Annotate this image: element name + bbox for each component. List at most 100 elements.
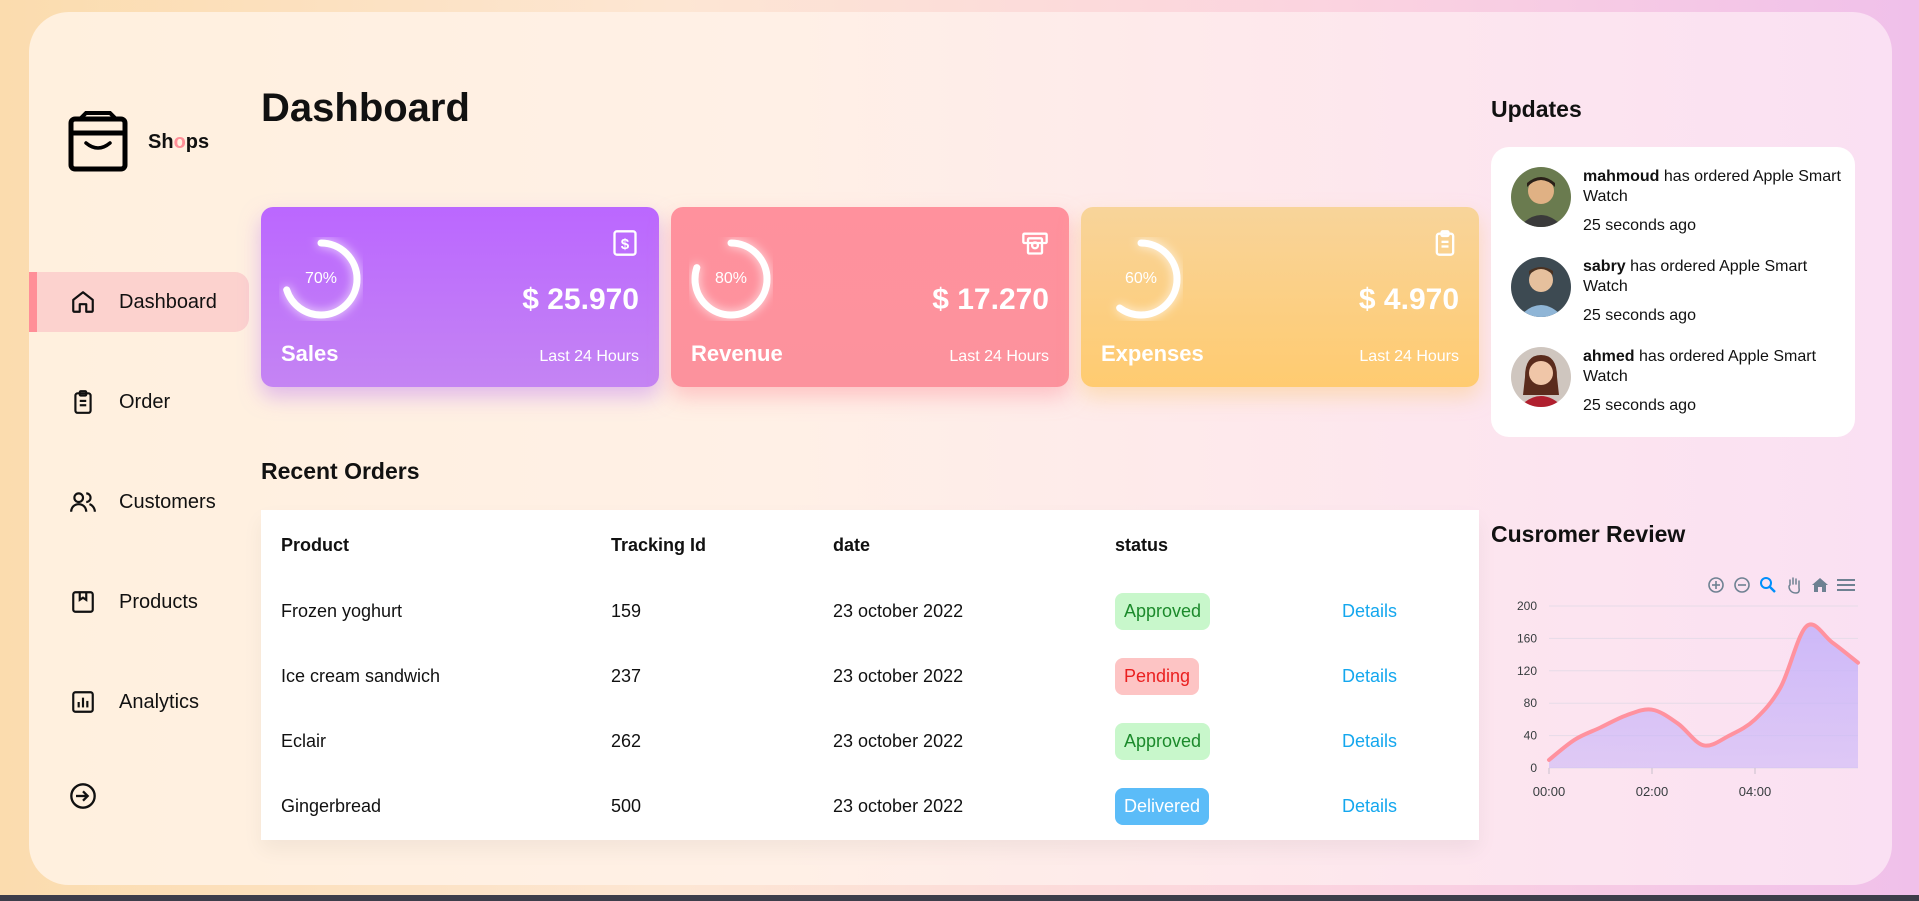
- update-item: mahmoud has ordered Apple Smart Watch 25…: [1511, 167, 1841, 247]
- table-row: Frozen yoghurt 159 23 october 2022 Appro…: [261, 591, 1479, 631]
- card-value: $ 25.970: [522, 283, 639, 316]
- table-row: Gingerbread 500 23 october 2022 Delivere…: [261, 786, 1479, 826]
- page-title: Dashboard: [261, 86, 470, 130]
- package-icon: [69, 588, 97, 616]
- avatar: [1511, 257, 1571, 317]
- progress-percent: 60%: [1124, 270, 1158, 287]
- money-bill-icon: [1022, 232, 1048, 255]
- tracking-cell: 500: [611, 795, 642, 816]
- sidebar-nav: Dashboard Order Customers Products Analy…: [29, 272, 249, 772]
- revenue-card[interactable]: 80% $ 17.270 Revenue Last 24 Hours: [671, 207, 1069, 387]
- update-text: ahmed has ordered Apple Smart Watch: [1583, 348, 1817, 385]
- update-name: sabry: [1583, 258, 1626, 275]
- sidebar-item-label: Customers: [119, 490, 216, 513]
- sign-out-icon[interactable]: [69, 782, 97, 810]
- orders-table: Product Tracking Id date status Frozen y…: [261, 510, 1479, 840]
- card-subtitle: Last 24 Hours: [1359, 348, 1459, 365]
- progress-percent: 80%: [714, 270, 748, 287]
- analytics-icon: [69, 688, 97, 716]
- details-link[interactable]: Details: [1342, 601, 1397, 622]
- sidebar-item-label: Dashboard: [119, 290, 217, 313]
- date-cell: 23 october 2022: [833, 730, 964, 751]
- table-row: Ice cream sandwich 237 23 october 2022 P…: [261, 656, 1479, 696]
- details-link[interactable]: Details: [1342, 731, 1397, 752]
- y-tick-label: 80: [1524, 696, 1538, 710]
- updates-title: Updates: [1491, 96, 1582, 122]
- card-subtitle: Last 24 Hours: [949, 348, 1049, 365]
- logo-text: Shops: [148, 130, 210, 153]
- updates-panel: mahmoud has ordered Apple Smart Watch 25…: [1491, 147, 1855, 437]
- svg-text:$: $: [621, 236, 630, 253]
- users-icon: [69, 488, 97, 516]
- y-tick-label: 0: [1530, 761, 1537, 775]
- product-cell: Ice cream sandwich: [281, 665, 441, 686]
- sidebar-item-dashboard[interactable]: Dashboard: [29, 272, 249, 332]
- update-item: sabry has ordered Apple Smart Watch 25 s…: [1511, 257, 1841, 337]
- date-cell: 23 october 2022: [833, 795, 964, 816]
- card-subtitle: Last 24 Hours: [539, 348, 639, 365]
- table-header: Product Tracking Id date status: [261, 525, 1479, 565]
- tracking-cell: 262: [611, 730, 642, 751]
- tracking-cell: 159: [611, 600, 642, 621]
- card-label: Revenue: [691, 341, 783, 366]
- sidebar-item-order[interactable]: Order: [29, 372, 249, 432]
- home-icon: [69, 288, 97, 316]
- card-value: $ 17.270: [932, 283, 1049, 316]
- x-tick-label: 04:00: [1739, 784, 1772, 799]
- header-status: status: [1115, 534, 1169, 555]
- date-cell: 23 october 2022: [833, 600, 964, 621]
- update-text: mahmoud has ordered Apple Smart Watch: [1583, 168, 1841, 205]
- status-badge: Approved: [1115, 722, 1211, 760]
- y-tick-label: 200: [1517, 599, 1537, 613]
- card-label: Expenses: [1101, 341, 1204, 366]
- product-cell: Gingerbread: [281, 795, 382, 816]
- date-cell: 23 october 2022: [833, 665, 964, 686]
- update-text: sabry has ordered Apple Smart Watch: [1583, 258, 1808, 295]
- progress-percent: 70%: [304, 270, 338, 287]
- y-tick-label: 160: [1517, 631, 1537, 645]
- sidebar-item-label: Order: [119, 390, 171, 413]
- clipboard-icon: [1435, 230, 1455, 256]
- sidebar-item-label: Analytics: [119, 690, 200, 713]
- table-row: Eclair 262 23 october 2022 Approved Deta…: [261, 721, 1479, 761]
- y-tick-label: 40: [1524, 729, 1538, 743]
- update-time: 25 seconds ago: [1583, 217, 1696, 234]
- sidebar-item-products[interactable]: Products: [29, 572, 249, 632]
- recent-orders-title: Recent Orders: [261, 458, 420, 484]
- product-cell: Eclair: [281, 730, 327, 751]
- header-date: date: [833, 534, 871, 555]
- shop-bag-icon: [68, 111, 128, 172]
- status-badge: Pending: [1115, 657, 1200, 695]
- x-tick-label: 02:00: [1636, 784, 1669, 799]
- update-item: ahmed has ordered Apple Smart Watch 25 s…: [1511, 347, 1841, 427]
- dollar-icon: $: [613, 230, 637, 256]
- avatar: [1511, 167, 1571, 227]
- clipboard-icon: [69, 388, 97, 416]
- card-label: Sales: [281, 341, 339, 366]
- sidebar-item-analytics[interactable]: Analytics: [29, 672, 249, 732]
- expenses-card[interactable]: 60% $ 4.970 Expenses Last 24 Hours: [1081, 207, 1479, 387]
- header-product: Product: [281, 534, 350, 555]
- logo: Shops: [68, 111, 209, 173]
- status-badge: Delivered: [1115, 787, 1210, 825]
- y-tick-label: 120: [1517, 664, 1537, 678]
- card-value: $ 4.970: [1358, 283, 1459, 316]
- sales-card[interactable]: 70% $ $ 25.970 Sales Last 24 Hours: [261, 207, 659, 387]
- x-tick-label: 00:00: [1533, 784, 1566, 799]
- update-time: 25 seconds ago: [1583, 397, 1696, 414]
- product-cell: Frozen yoghurt: [281, 600, 403, 621]
- status-badge: Approved: [1115, 592, 1211, 630]
- taskbar-strip: [0, 895, 1919, 901]
- avatar: [1511, 347, 1571, 407]
- tracking-cell: 237: [611, 665, 642, 686]
- customer-review-title: Cusromer Review: [1491, 521, 1686, 547]
- review-chart: 0 40 80 120 160 200 00:00 02:00 04:00: [1491, 570, 1861, 810]
- header-tracking: Tracking Id: [611, 534, 707, 555]
- details-link[interactable]: Details: [1342, 796, 1397, 817]
- details-link[interactable]: Details: [1342, 666, 1397, 687]
- update-name: mahmoud: [1583, 168, 1660, 185]
- update-time: 25 seconds ago: [1583, 307, 1696, 324]
- sidebar-item-customers[interactable]: Customers: [29, 472, 249, 532]
- area-chart: 0 40 80 120 160 200 00:00 02:00 04:00: [1517, 599, 1860, 799]
- sidebar-item-label: Products: [119, 590, 198, 613]
